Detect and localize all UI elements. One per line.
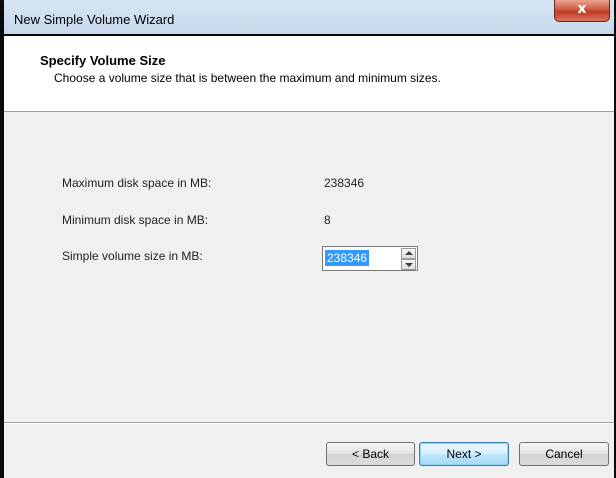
page-subtitle: Choose a volume size that is between the…: [54, 71, 441, 85]
spin-down-button[interactable]: [401, 259, 416, 270]
window-title: New Simple Volume Wizard: [14, 12, 175, 27]
wizard-header: Specify Volume Size Choose a volume size…: [4, 34, 614, 112]
cancel-button[interactable]: Cancel: [519, 442, 609, 466]
volume-size-input[interactable]: 238346: [325, 250, 370, 266]
next-button[interactable]: Next >: [419, 442, 509, 466]
min-disk-space-label: Minimum disk space in MB:: [62, 213, 209, 227]
max-disk-space-value: 238346: [324, 176, 365, 190]
footer-divider: [4, 422, 614, 424]
close-button[interactable]: x: [554, 0, 610, 22]
close-icon: x: [577, 1, 587, 17]
page-title: Specify Volume Size: [40, 53, 166, 68]
back-button[interactable]: < Back: [326, 442, 415, 466]
up-arrow-icon: [405, 251, 413, 255]
wizard-window: New Simple Volume Wizard x Specify Volum…: [0, 0, 616, 478]
volume-size-stepper[interactable]: 238346: [322, 246, 418, 271]
max-disk-space-label: Maximum disk space in MB:: [62, 176, 212, 190]
spin-up-button[interactable]: [401, 248, 416, 259]
volume-size-label: Simple volume size in MB:: [62, 249, 203, 263]
min-disk-space-value: 8: [324, 213, 331, 227]
title-bar[interactable]: New Simple Volume Wizard x: [4, 0, 614, 34]
down-arrow-icon: [405, 263, 413, 267]
